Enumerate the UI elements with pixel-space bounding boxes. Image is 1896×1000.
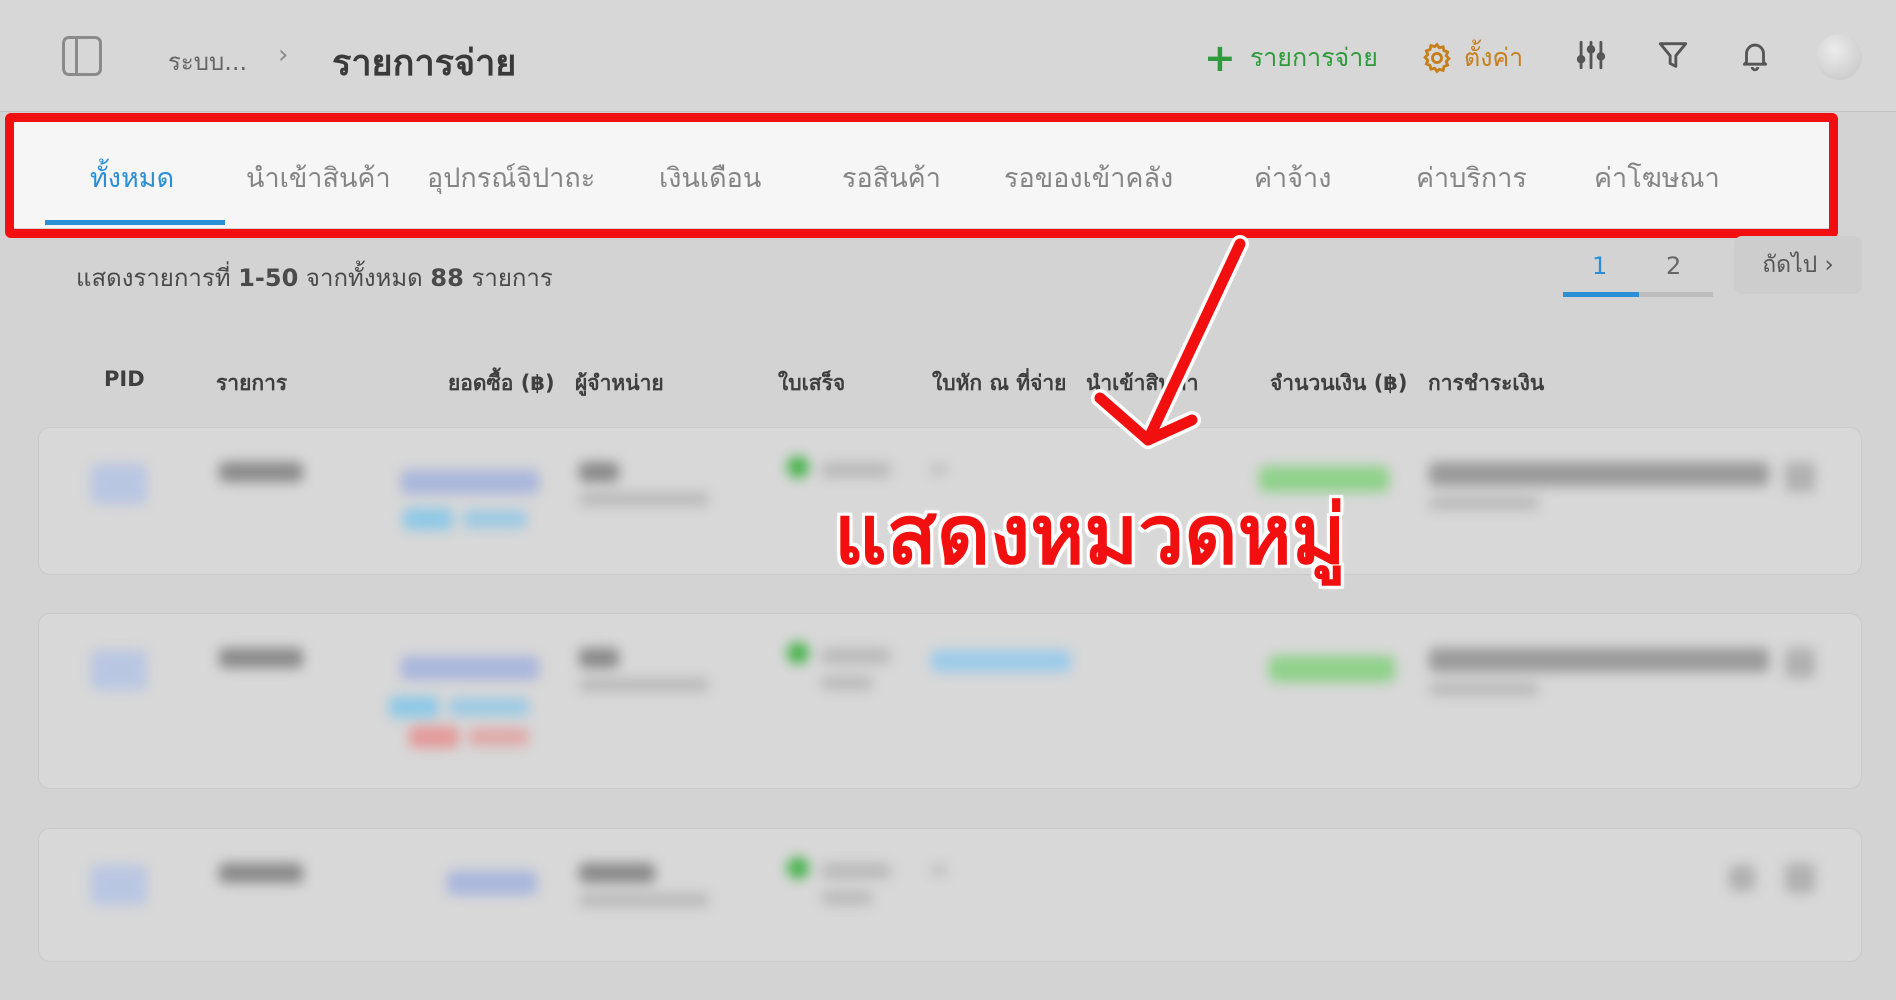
- column-header-receipt[interactable]: ใบเสร็จ: [778, 367, 845, 400]
- add-payment-button[interactable]: + รายการจ่าย: [1204, 38, 1378, 78]
- tabs-highlight-box: [5, 113, 1838, 238]
- pager-active-indicator: [1563, 292, 1639, 297]
- plus-icon: +: [1204, 36, 1236, 80]
- table-row[interactable]: [38, 828, 1862, 962]
- page-1-button[interactable]: 1: [1592, 252, 1607, 280]
- add-payment-label: รายการจ่าย: [1249, 43, 1378, 72]
- column-header-purchase-amount[interactable]: ยอดซื้อ (฿): [448, 367, 555, 400]
- next-page-button[interactable]: ถัดไป ›: [1734, 236, 1862, 294]
- gear-icon: [1423, 42, 1451, 74]
- column-header-withholding-tax[interactable]: ใบหัก ณ ที่จ่าย: [932, 367, 1067, 400]
- settings-label: ตั้งค่า: [1464, 43, 1524, 72]
- avatar[interactable]: [1816, 34, 1862, 80]
- annotation-label: แสดงหมวดหมู่: [834, 488, 1346, 583]
- page-2-button[interactable]: 2: [1666, 252, 1681, 280]
- column-header-pid[interactable]: PID: [104, 367, 145, 391]
- sliders-icon[interactable]: [1574, 38, 1608, 72]
- column-header-vendor[interactable]: ผู้จำหน่าย: [575, 367, 664, 400]
- column-header-item[interactable]: รายการ: [216, 367, 287, 400]
- breadcrumb-chevron-icon: ›: [278, 40, 289, 70]
- page-title: รายการจ่าย: [332, 43, 517, 84]
- top-bar: ระบบ... › รายการจ่าย + รายการจ่าย ตั้งค่…: [0, 0, 1896, 112]
- results-summary: แสดงรายการที่ 1-50 จากทั้งหมด 88 รายการ: [76, 264, 553, 292]
- bell-icon[interactable]: [1738, 38, 1772, 72]
- column-header-amount[interactable]: จำนวนเงิน (฿): [1270, 367, 1408, 400]
- settings-button[interactable]: ตั้งค่า: [1420, 38, 1523, 78]
- table-row[interactable]: [38, 613, 1862, 789]
- sidebar-toggle-icon[interactable]: [62, 36, 102, 76]
- filter-icon[interactable]: [1656, 38, 1690, 72]
- breadcrumb-root[interactable]: ระบบ...: [168, 42, 247, 81]
- column-header-import-goods[interactable]: นำเข้าสินค้า: [1086, 367, 1199, 400]
- column-header-payment[interactable]: การชำระเงิน: [1428, 367, 1544, 400]
